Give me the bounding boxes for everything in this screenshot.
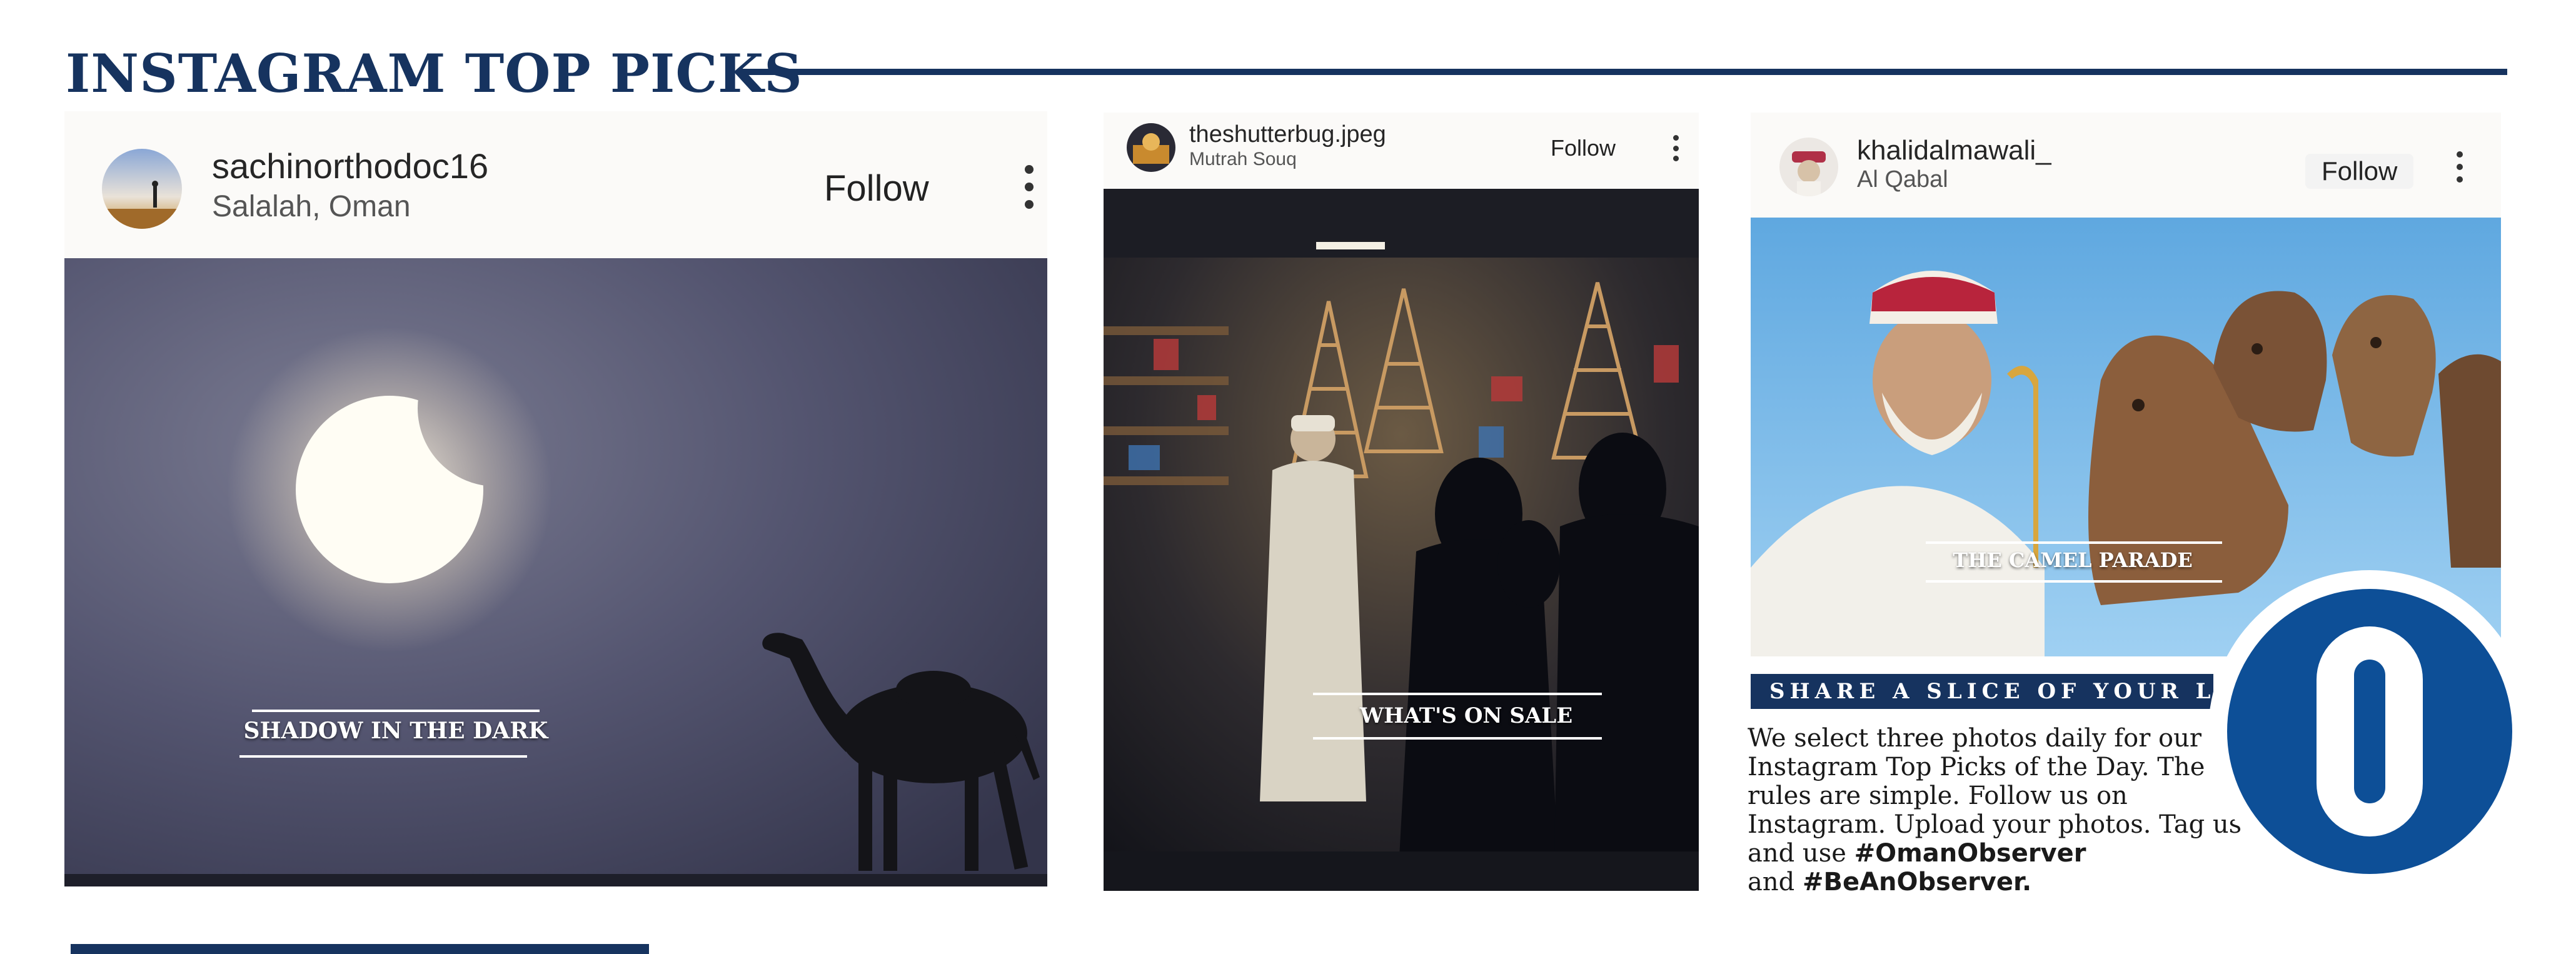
caption-rule-top (1926, 541, 2222, 544)
post-photo[interactable] (1104, 189, 1699, 891)
hashtag-be-an-observer: #BeAnObserver. (1802, 868, 2032, 896)
share-heading: SHARE A SLICE OF YOUR LIFE (1751, 674, 2267, 709)
post-location[interactable]: Salalah, Oman (212, 189, 411, 224)
more-vertical-icon[interactable] (1673, 135, 1679, 161)
post-username[interactable]: khalidalmawali_ (1857, 135, 2051, 166)
post-header: theshutterbug.jpeg Mutrah Souq Follow (1104, 113, 1699, 189)
share-description: We select three photos daily for our Ins… (1748, 724, 2248, 896)
instagram-post-1: sachinorthodoc16 Salalah, Oman Follow SH… (64, 111, 1047, 886)
avatar[interactable] (1127, 123, 1175, 172)
avatar[interactable] (1779, 138, 1838, 196)
caption-rule-top (252, 710, 540, 712)
caption-rule-bottom (1313, 737, 1602, 740)
caption-rule-bottom (1926, 580, 2222, 583)
man-figure (1260, 415, 1366, 801)
post-location[interactable]: Mutrah Souq (1189, 149, 1297, 170)
post-header: sachinorthodoc16 Salalah, Oman Follow (64, 111, 1047, 258)
caption-rule-top (1313, 693, 1602, 695)
post-caption: THE CAMEL PARADE (1953, 548, 2193, 572)
post-username[interactable]: theshutterbug.jpeg (1189, 121, 1386, 148)
instagram-post-2: theshutterbug.jpeg Mutrah Souq Follow WH… (1104, 113, 1699, 891)
post-header: khalidalmawali_ Al Qabal Follow (1751, 113, 2501, 218)
title-divider (738, 69, 2507, 75)
avatar[interactable] (102, 149, 182, 229)
oman-observer-logo-icon (2207, 569, 2532, 894)
more-vertical-icon[interactable] (1024, 165, 1034, 209)
section-title: INSTAGRAM TOP PICKS (66, 43, 803, 104)
post-username[interactable]: sachinorthodoc16 (212, 146, 488, 186)
share-connector: and (1748, 868, 1795, 896)
bottom-divider (71, 944, 649, 954)
post-caption: SHADOW IN THE DARK (243, 718, 548, 744)
follow-button[interactable]: Follow (824, 168, 929, 209)
follow-button[interactable]: Follow (1551, 135, 1616, 161)
more-vertical-icon[interactable] (2456, 151, 2463, 183)
hashtag-oman-observer: #OmanObserver (1854, 839, 2086, 868)
caption-rule-bottom (239, 755, 527, 758)
post-location[interactable]: Al Qabal (1857, 166, 1948, 193)
follow-button[interactable]: Follow (2305, 154, 2414, 189)
post-caption: WHAT'S ON SALE (1359, 703, 1573, 728)
post-photo[interactable] (64, 258, 1047, 886)
